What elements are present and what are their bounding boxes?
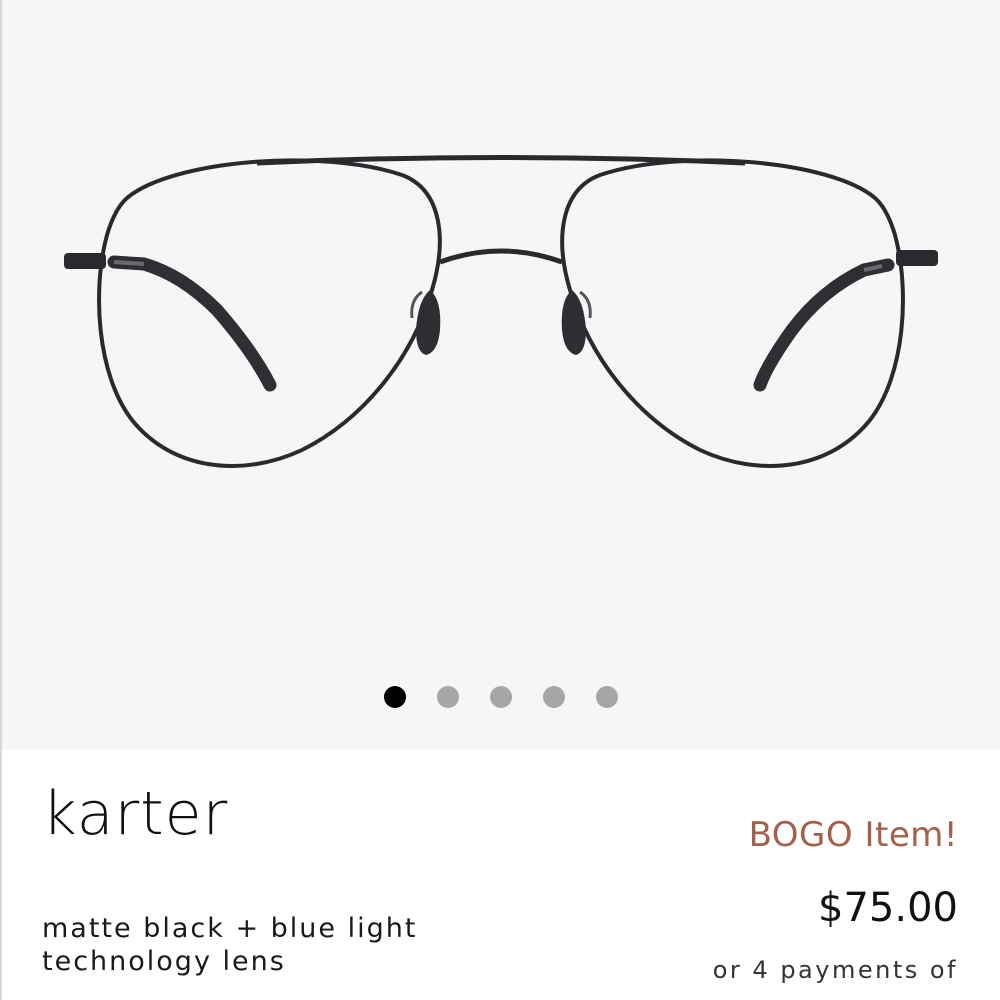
carousel-dot-1[interactable]: [384, 686, 406, 708]
product-image[interactable]: [2, 0, 1000, 750]
product-page: karter matte black + blue light technolo…: [0, 0, 1000, 1000]
bogo-badge: BOGO Item!: [748, 815, 958, 855]
product-price: $75.00: [818, 885, 958, 931]
product-description: matte black + blue light technology lens: [42, 912, 502, 978]
product-name: karter: [42, 779, 229, 849]
carousel-dot-3[interactable]: [490, 686, 512, 708]
installment-payments-text: or 4 payments of: [712, 956, 958, 984]
product-description-line-2: technology lens: [42, 946, 286, 977]
carousel-pagination: [2, 686, 1000, 708]
carousel-dot-5[interactable]: [596, 686, 618, 708]
carousel-dot-4[interactable]: [543, 686, 565, 708]
carousel-dot-2[interactable]: [437, 686, 459, 708]
product-description-line-1: matte black + blue light: [42, 913, 418, 944]
image-carousel[interactable]: [2, 0, 1000, 750]
product-info: karter matte black + blue light technolo…: [2, 750, 1000, 1000]
